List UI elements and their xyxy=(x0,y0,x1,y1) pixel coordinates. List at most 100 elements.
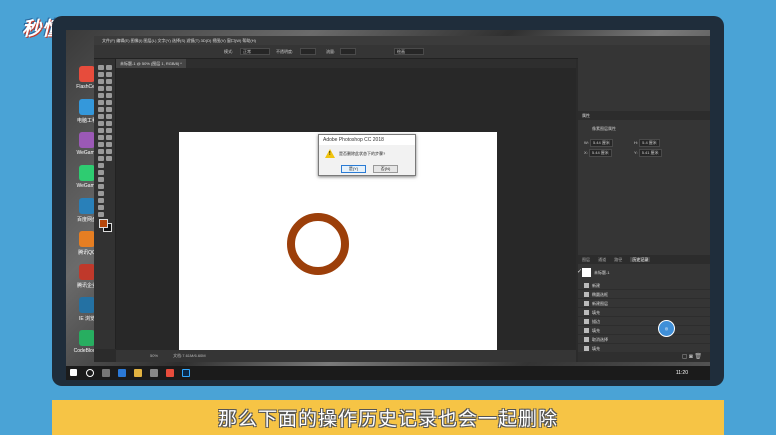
properties-panel-title[interactable]: 属性 xyxy=(578,111,710,120)
tool-button-icon[interactable] xyxy=(98,135,104,140)
app-icon[interactable] xyxy=(166,369,174,377)
history-step-icon xyxy=(584,310,589,315)
tool-button-icon[interactable] xyxy=(106,149,112,154)
prop-width[interactable]: W: 5.44 厘米 xyxy=(584,139,613,147)
warning-icon xyxy=(325,149,335,158)
windows-start-icon[interactable] xyxy=(70,369,77,376)
tool-button-icon[interactable] xyxy=(106,107,112,112)
tool-button-icon[interactable] xyxy=(106,86,112,91)
windows-taskbar: 11:20 xyxy=(66,366,710,380)
photoshop-window: 文件(F) 编辑(E) 图像(I) 图层(L) 文字(Y) 选择(S) 滤镜(T… xyxy=(94,36,710,362)
tab-history[interactable]: 历史记录 xyxy=(630,257,651,262)
tool-button-icon[interactable] xyxy=(98,184,104,189)
layers-panel-tabs: 图层 通道 路径 历史记录 xyxy=(578,255,710,264)
file-explorer-icon[interactable] xyxy=(134,369,142,377)
prop-height[interactable]: H: 5.4 厘米 xyxy=(634,139,660,147)
tool-button-icon[interactable] xyxy=(98,86,104,91)
tab-channels[interactable]: 通道 xyxy=(598,257,606,262)
tab-layers[interactable]: 图层 xyxy=(582,257,590,262)
tool-button-icon[interactable] xyxy=(98,198,104,203)
history-item-label: 描边 xyxy=(592,319,600,324)
mode-select[interactable]: 正常 xyxy=(240,48,270,55)
tool-button-icon[interactable] xyxy=(98,156,104,161)
subtitle-bar: 那么下面的操作历史记录也会一起删除 xyxy=(52,400,724,435)
tool-button-icon[interactable] xyxy=(106,72,112,77)
zoom-level[interactable]: 50% xyxy=(150,353,158,358)
history-step-icon xyxy=(584,301,589,306)
tool-button-icon[interactable] xyxy=(98,107,104,112)
tab-paths[interactable]: 路径 xyxy=(614,257,622,262)
flow-field[interactable] xyxy=(340,48,356,55)
tool-button-icon[interactable] xyxy=(98,177,104,182)
properties-subtitle: 像素图层属性 xyxy=(592,126,616,131)
flow-label: 流量: xyxy=(326,49,336,54)
tool-button-icon[interactable] xyxy=(98,212,104,217)
tool-button-icon[interactable] xyxy=(106,93,112,98)
tool-button-icon[interactable] xyxy=(106,65,112,70)
history-step-icon xyxy=(584,328,589,333)
desktop-app-icon xyxy=(79,66,95,82)
tool-button-icon[interactable] xyxy=(98,114,104,119)
yes-button[interactable]: 是(Y) xyxy=(341,165,366,173)
history-item[interactable]: 椭圆选框 xyxy=(578,290,710,299)
dialog-message: 是否删除此状态下的步骤? xyxy=(339,151,386,156)
tool-button-icon[interactable] xyxy=(98,163,104,168)
no-button[interactable]: 否(N) xyxy=(373,165,398,173)
tool-button-icon[interactable] xyxy=(98,93,104,98)
history-item[interactable]: 填充 xyxy=(578,308,710,317)
camera-icon[interactable]: ◙ xyxy=(689,354,693,360)
photoshop-taskbar-icon[interactable] xyxy=(182,369,190,377)
tool-button-icon[interactable] xyxy=(98,121,104,126)
history-item[interactable]: 取消选择 xyxy=(578,335,710,344)
tool-button-icon[interactable] xyxy=(98,142,104,147)
tool-button-icon[interactable] xyxy=(98,149,104,154)
opacity-label: 不透明度: xyxy=(276,49,294,54)
tool-button-icon[interactable] xyxy=(106,121,112,126)
dialog-title: Adobe Photoshop CC 2018 xyxy=(319,135,415,145)
task-view-icon[interactable] xyxy=(102,369,110,377)
tool-button-icon[interactable] xyxy=(98,128,104,133)
history-item[interactable]: 新建 xyxy=(578,281,710,290)
history-item[interactable]: 新建图层 xyxy=(578,299,710,308)
search-icon[interactable] xyxy=(86,369,94,377)
tool-button-icon[interactable] xyxy=(106,135,112,140)
tool-button-icon[interactable] xyxy=(98,65,104,70)
history-step-icon xyxy=(584,292,589,297)
document-tab[interactable]: 未标题-1 @ 50% (图层 1, RGB/8) * xyxy=(116,59,186,68)
desktop-app-icon xyxy=(79,264,95,280)
history-item[interactable]: 填充 xyxy=(578,326,710,335)
tool-button-icon[interactable] xyxy=(106,128,112,133)
tool-button-icon[interactable] xyxy=(106,142,112,147)
canvas-workspace xyxy=(116,68,576,361)
desktop-app-icon xyxy=(79,132,95,148)
tool-button-icon[interactable] xyxy=(98,100,104,105)
history-item-label: 取消选择 xyxy=(592,337,608,342)
store-icon[interactable] xyxy=(150,369,158,377)
prop-x[interactable]: X: 5.44 厘米 xyxy=(584,149,612,157)
trash-icon[interactable]: 🗑 xyxy=(694,354,702,360)
new-document-icon[interactable]: ▢ xyxy=(682,354,688,360)
taskbar-clock: 11:20 xyxy=(675,370,688,376)
workspace-select[interactable]: 绘画 xyxy=(394,48,424,55)
tool-button-icon[interactable] xyxy=(106,114,112,119)
history-item-label: 填充 xyxy=(592,328,600,333)
history-snapshot[interactable]: ✓ 未标题-1 xyxy=(577,266,710,279)
tool-button-icon[interactable] xyxy=(98,205,104,210)
tool-button-icon[interactable] xyxy=(98,79,104,84)
floating-assistant-icon[interactable]: ◎ xyxy=(658,320,675,337)
history-item[interactable]: 描边 xyxy=(578,317,710,326)
prop-y[interactable]: Y: 5.41 厘米 xyxy=(634,149,662,157)
tool-button-icon[interactable] xyxy=(106,156,112,161)
desktop-app-icon xyxy=(79,99,95,115)
foreground-color-swatch[interactable] xyxy=(99,219,108,228)
opacity-field[interactable] xyxy=(300,48,316,55)
menu-bar[interactable]: 文件(F) 编辑(E) 图像(I) 图层(L) 文字(Y) 选择(S) 滤镜(T… xyxy=(94,36,710,45)
edge-icon[interactable] xyxy=(118,369,126,377)
tool-button-icon[interactable] xyxy=(98,72,104,77)
tool-button-icon[interactable] xyxy=(98,191,104,196)
desktop-app-icon xyxy=(79,231,95,247)
tool-button-icon[interactable] xyxy=(98,170,104,175)
tool-button-icon[interactable] xyxy=(106,100,112,105)
orange-ring-shape xyxy=(287,213,349,275)
tool-button-icon[interactable] xyxy=(106,79,112,84)
